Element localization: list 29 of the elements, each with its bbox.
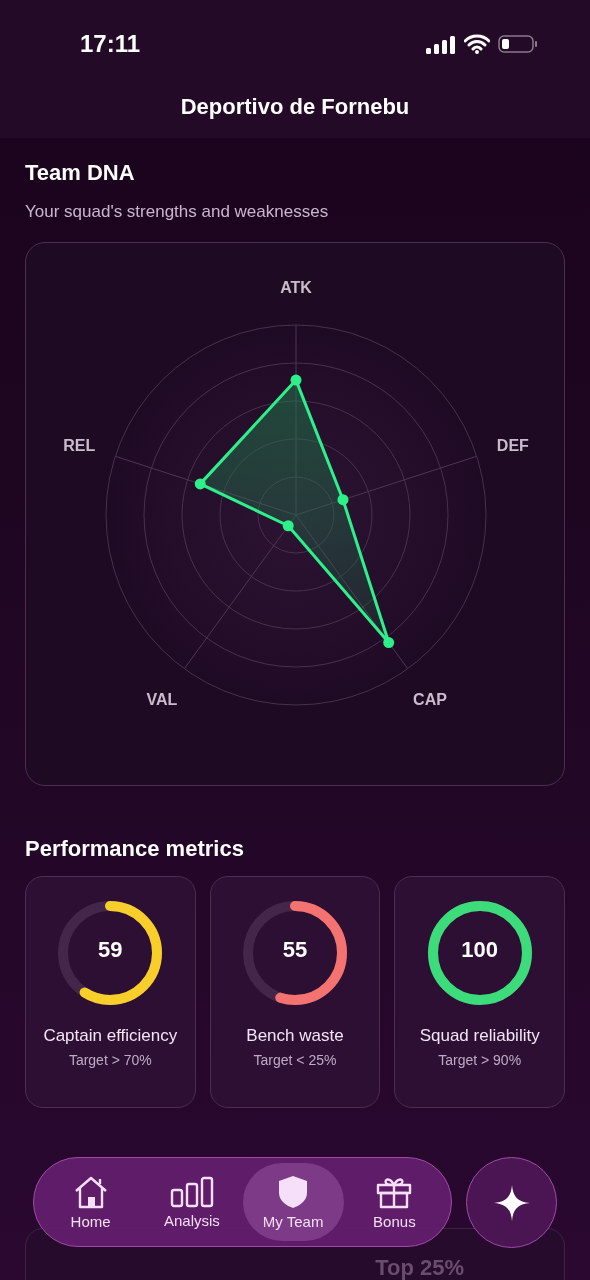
- axis-label: VAL: [146, 691, 178, 709]
- tab-item[interactable]: Home: [40, 1163, 142, 1241]
- metric-label: Captain efficiency: [43, 1025, 178, 1047]
- axis-label: DEF: [496, 436, 529, 454]
- metric-value: 55: [281, 937, 309, 963]
- metric-value: 59: [97, 937, 124, 963]
- section-title: Team DNA: [25, 160, 136, 186]
- metric-label: Bench waste: [246, 1025, 344, 1047]
- wifi-icon: [464, 34, 490, 54]
- shield-icon: [278, 1174, 309, 1209]
- status-time: 17:11: [80, 30, 141, 58]
- tab-item[interactable]: Bonus: [343, 1163, 445, 1241]
- bar-chart-icon: [169, 1175, 214, 1208]
- axis-label: ATK: [280, 279, 312, 296]
- metric-target: Target < 25%: [253, 1052, 337, 1068]
- metric-value: 100: [460, 937, 499, 963]
- axis-label: REL: [63, 436, 96, 454]
- metric-label: Squad reliability: [419, 1025, 540, 1047]
- page-title: Deportivo de Fornebu: [179, 94, 411, 120]
- section-subtitle: Your squad's strengths and weaknesses: [25, 202, 330, 222]
- axis-label: CAP: [413, 691, 447, 709]
- tab-item[interactable]: Analysis: [141, 1163, 243, 1241]
- signal-icon: [426, 34, 456, 54]
- battery-icon: [498, 34, 538, 54]
- metric-target: Target > 70%: [68, 1052, 152, 1068]
- metric-target: Target > 90%: [438, 1052, 522, 1068]
- tab-item[interactable]: My Team: [242, 1163, 344, 1241]
- rank-text: Top 25%: [375, 1255, 464, 1280]
- section-title: Performance metrics: [25, 836, 245, 862]
